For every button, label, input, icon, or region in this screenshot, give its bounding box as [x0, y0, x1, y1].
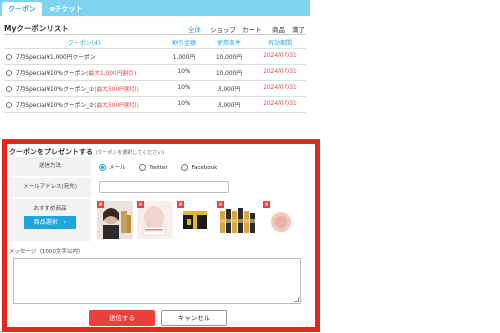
method-label-email: メール: [109, 165, 126, 171]
condition-cell: 3,000円: [204, 96, 254, 113]
coupon-name: 7月Special¥10%クーポン: [16, 70, 87, 77]
coupon-radio[interactable]: [6, 102, 12, 108]
method-label-facebook: Facebook: [191, 165, 218, 171]
coupon-note: (最大500円割引): [94, 86, 139, 93]
remove-product-icon[interactable]: ×: [263, 201, 270, 208]
gift-title-text: クーポンをプレゼントする: [9, 148, 93, 156]
table-row[interactable]: 7月Special¥1,000円クーポン 1,000円 10,000円 2024…: [4, 48, 306, 65]
filter-cart[interactable]: カート: [242, 24, 262, 34]
remove-product-icon[interactable]: ×: [97, 201, 104, 208]
send-button[interactable]: 送信する: [89, 310, 155, 326]
discount-cell: 10%: [164, 96, 204, 113]
coupon-note: (最大1,000円割引): [86, 70, 137, 77]
expiry-cell: 2024/07/31: [254, 64, 306, 81]
remove-product-icon[interactable]: ×: [137, 201, 144, 208]
column-header-discount: 割引金額: [164, 37, 204, 49]
select-product-button[interactable]: 商品選択 ›: [24, 216, 76, 229]
recommend-cell: おすすめ商品 商品選択 ›: [9, 199, 91, 241]
page-title: Myクーポンリスト: [4, 24, 69, 33]
coupon-radio[interactable]: [6, 54, 12, 60]
discount-cell: 10%: [164, 64, 204, 81]
radio-icon[interactable]: [139, 164, 147, 171]
method-label-twitter: Twitter: [149, 165, 168, 171]
coupon-name: 7月Special¥10%クーポン_②: [16, 102, 95, 109]
coupon-name-cell: 7月Special¥10%クーポン_②(最大500円割引): [4, 96, 164, 113]
expiry-cell: 2024/07/31: [254, 96, 306, 113]
resize-handle-icon[interactable]: [294, 297, 299, 302]
product-thumb[interactable]: ×: [177, 201, 213, 239]
expiry-cell: 2024/07/31: [254, 80, 306, 97]
send-method-options: メール Twitter Facebook: [99, 163, 229, 171]
column-header-coupon: クーポン(4): [4, 37, 164, 49]
tab-eticket[interactable]: eチケット: [44, 2, 89, 16]
condition-cell: 3,000円: [204, 80, 254, 97]
email-label: メールアドレス(宛先): [9, 178, 91, 197]
coupon-name: 7月Special¥10%クーポン_①: [16, 86, 95, 93]
send-method-label: 送信方法: [9, 157, 91, 176]
product-thumb[interactable]: ×: [137, 201, 173, 239]
coupon-name-cell: 7月Special¥10%クーポン_①(最大500円割引): [4, 80, 164, 97]
expiry-cell: 2024/07/31: [254, 48, 306, 65]
discount-cell: 1,000円: [164, 48, 204, 65]
column-header-expiry: 有効期間: [254, 37, 306, 49]
message-label: メッセージ（1000文字以内）: [9, 249, 84, 255]
method-option-facebook[interactable]: Facebook: [181, 164, 218, 171]
gift-title: クーポンをプレゼントする (クーポンを選択してください): [9, 147, 164, 157]
method-option-twitter[interactable]: Twitter: [139, 164, 168, 171]
table-row[interactable]: 7月Special¥10%クーポン(最大1,000円割引) 10% 10,000…: [4, 64, 306, 81]
table-row[interactable]: 7月Special¥10%クーポン_①(最大500円割引) 10% 3,000円…: [4, 80, 306, 97]
coupon-name-cell: 7月Special¥1,000円クーポン: [4, 48, 164, 65]
filter-expired[interactable]: 満了: [292, 24, 305, 34]
message-textarea[interactable]: [13, 258, 301, 304]
remove-product-icon[interactable]: ×: [217, 201, 224, 208]
coupon-radio[interactable]: [6, 70, 12, 76]
filter-product[interactable]: 商品: [272, 24, 285, 34]
remove-product-icon[interactable]: ×: [177, 201, 184, 208]
filter-shop[interactable]: ショップ: [210, 24, 236, 34]
radio-icon[interactable]: [181, 164, 189, 171]
email-field[interactable]: [99, 181, 229, 193]
radio-selected-icon[interactable]: [99, 164, 106, 171]
coupon-table: クーポン(4) 割引金額 使用条件 有効期間 7月Special¥1,000円ク…: [4, 37, 306, 113]
discount-cell: 10%: [164, 80, 204, 97]
recommend-label: おすすめ商品: [33, 206, 67, 212]
method-option-email[interactable]: メール: [99, 164, 126, 171]
tab-coupon[interactable]: クーポン: [2, 2, 42, 16]
filter-all[interactable]: 全体: [188, 24, 201, 34]
coupon-name: 7月Special¥1,000円クーポン: [16, 54, 96, 61]
coupon-radio[interactable]: [6, 86, 12, 92]
product-thumb[interactable]: ×: [263, 201, 299, 239]
table-header-row: クーポン(4) 割引金額 使用条件 有効期間: [4, 37, 306, 49]
coupon-name-cell: 7月Special¥10%クーポン(最大1,000円割引): [4, 64, 164, 81]
column-header-condition: 使用条件: [204, 37, 254, 49]
tab-bar: クーポン eチケット: [0, 0, 310, 16]
condition-cell: 10,000円: [204, 48, 254, 65]
product-thumb[interactable]: ×: [97, 201, 133, 239]
condition-cell: 10,000円: [204, 64, 254, 81]
coupon-note: (最大500円割引): [94, 102, 139, 109]
table-row[interactable]: 7月Special¥10%クーポン_②(最大500円割引) 10% 3,000円…: [4, 96, 306, 113]
product-thumb[interactable]: ×: [217, 201, 259, 239]
gift-coupon-section: クーポンをプレゼントする (クーポンを選択してください) 送信方法 メール Tw…: [2, 139, 320, 332]
cancel-button[interactable]: キャンセル: [161, 310, 227, 326]
list-header: Myクーポンリスト 全体 ショップ カート 商品 満了: [4, 21, 306, 35]
gift-title-note: (クーポンを選択してください): [95, 150, 165, 156]
